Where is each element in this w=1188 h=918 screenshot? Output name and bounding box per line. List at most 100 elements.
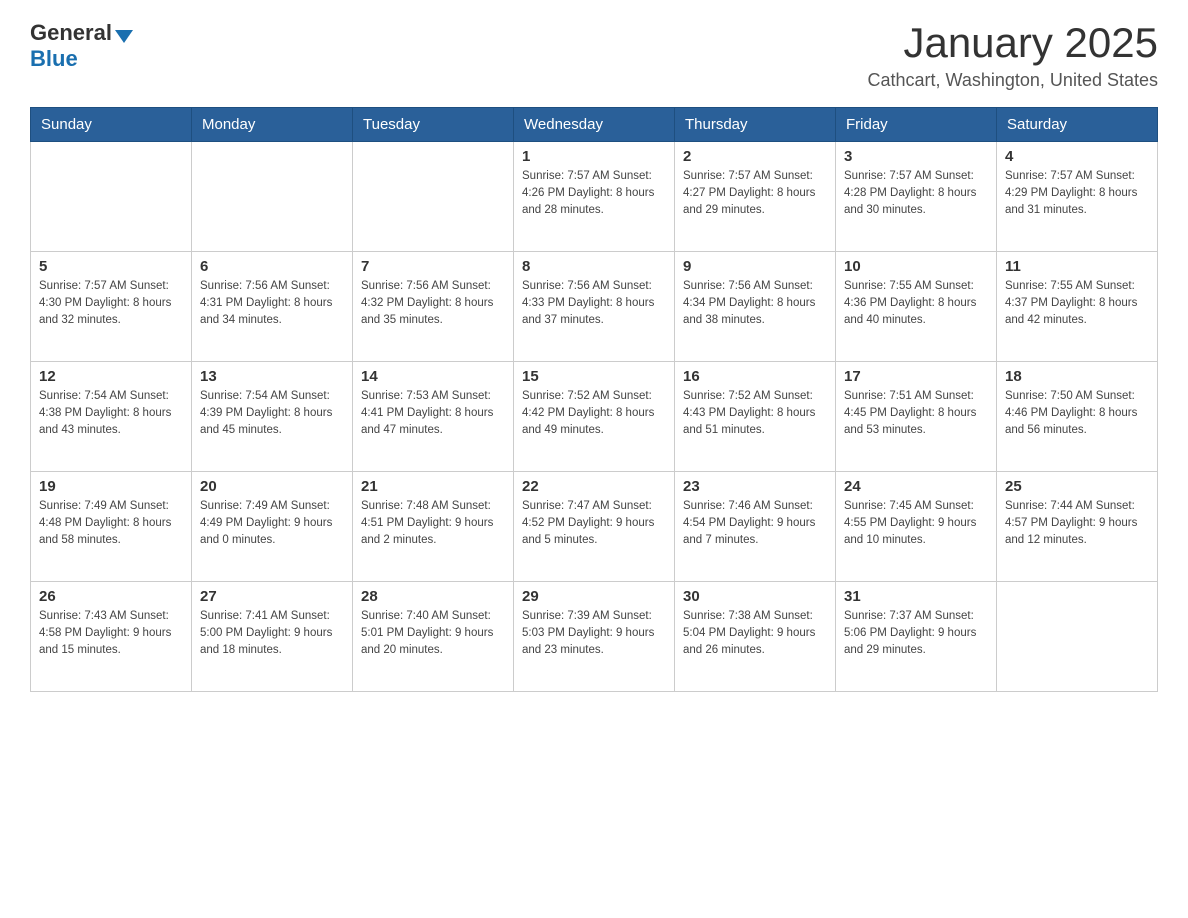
day-number: 25 <box>1005 478 1149 495</box>
logo-general-text: General <box>30 20 112 46</box>
day-info: Sunrise: 7:56 AM Sunset: 4:33 PM Dayligh… <box>522 278 666 328</box>
calendar-day-cell: 23 Sunrise: 7:46 AM Sunset: 4:54 PM Dayli… <box>675 472 836 582</box>
day-number: 18 <box>1005 368 1149 385</box>
day-info: Sunrise: 7:38 AM Sunset: 5:04 PM Dayligh… <box>683 608 827 658</box>
day-info: Sunrise: 7:54 AM Sunset: 4:39 PM Dayligh… <box>200 388 344 438</box>
calendar-day-cell: 16Sunrise: 7:52 AM Sunset: 4:43 PM Dayli… <box>675 362 836 472</box>
day-number: 27 <box>200 588 344 605</box>
day-number: 22 <box>522 478 666 495</box>
day-info: Sunrise: 7:37 AM Sunset: 5:06 PM Dayligh… <box>844 608 988 658</box>
day-info: Sunrise: 7:57 AM Sunset: 4:29 PM Dayligh… <box>1005 168 1149 218</box>
calendar-day-cell: 25 Sunrise: 7:44 AM Sunset: 4:57 PM Dayli… <box>997 472 1158 582</box>
day-info: Sunrise: 7:52 AM Sunset: 4:42 PM Dayligh… <box>522 388 666 438</box>
calendar-week-row: 12 Sunrise: 7:54 AM Sunset: 4:38 PM Dayli… <box>31 362 1158 472</box>
day-info: Sunrise: 7:55 AM Sunset: 4:36 PM Dayligh… <box>844 278 988 328</box>
calendar-day-cell: 22 Sunrise: 7:47 AM Sunset: 4:52 PM Dayli… <box>514 472 675 582</box>
day-number: 26 <box>39 588 183 605</box>
day-number: 4 <box>1005 148 1149 165</box>
day-of-week-header: Wednesday <box>514 108 675 142</box>
day-info: Sunrise: 7:49 AM Sunset: 4:48 PM Dayligh… <box>39 498 183 548</box>
calendar-day-cell: 17Sunrise: 7:51 AM Sunset: 4:45 PM Dayli… <box>836 362 997 472</box>
calendar-body: 1 Sunrise: 7:57 AM Sunset: 4:26 PM Daylig… <box>31 142 1158 692</box>
calendar-day-cell: 20 Sunrise: 7:49 AM Sunset: 4:49 PM Dayli… <box>192 472 353 582</box>
day-of-week-header: Monday <box>192 108 353 142</box>
calendar-day-cell: 1 Sunrise: 7:57 AM Sunset: 4:26 PM Daylig… <box>514 142 675 252</box>
calendar-day-cell: 30 Sunrise: 7:38 AM Sunset: 5:04 PM Dayli… <box>675 582 836 692</box>
calendar-header: SundayMondayTuesdayWednesdayThursdayFrid… <box>31 108 1158 142</box>
calendar-day-cell: 11 Sunrise: 7:55 AM Sunset: 4:37 PM Dayli… <box>997 252 1158 362</box>
calendar-week-row: 1 Sunrise: 7:57 AM Sunset: 4:26 PM Daylig… <box>31 142 1158 252</box>
day-number: 23 <box>683 478 827 495</box>
day-number: 10 <box>844 258 988 275</box>
logo-blue-text: Blue <box>30 46 78 71</box>
calendar-table: SundayMondayTuesdayWednesdayThursdayFrid… <box>30 107 1158 692</box>
calendar-day-cell: 24 Sunrise: 7:45 AM Sunset: 4:55 PM Dayli… <box>836 472 997 582</box>
title-section: January 2025 Cathcart, Washington, Unite… <box>868 20 1158 91</box>
page-header: General Blue January 2025 Cathcart, Wash… <box>30 20 1158 91</box>
day-info: Sunrise: 7:44 AM Sunset: 4:57 PM Dayligh… <box>1005 498 1149 548</box>
day-number: 5 <box>39 258 183 275</box>
day-info: Sunrise: 7:56 AM Sunset: 4:32 PM Dayligh… <box>361 278 505 328</box>
logo-triangle-icon <box>115 30 133 43</box>
logo: General Blue <box>30 20 133 72</box>
calendar-day-cell: 2 Sunrise: 7:57 AM Sunset: 4:27 PM Daylig… <box>675 142 836 252</box>
day-of-week-header: Thursday <box>675 108 836 142</box>
day-info: Sunrise: 7:54 AM Sunset: 4:38 PM Dayligh… <box>39 388 183 438</box>
day-info: Sunrise: 7:47 AM Sunset: 4:52 PM Dayligh… <box>522 498 666 548</box>
calendar-day-cell: 21Sunrise: 7:48 AM Sunset: 4:51 PM Dayli… <box>353 472 514 582</box>
day-number: 31 <box>844 588 988 605</box>
day-info: Sunrise: 7:49 AM Sunset: 4:49 PM Dayligh… <box>200 498 344 548</box>
day-number: 1 <box>522 148 666 165</box>
calendar-week-row: 5 Sunrise: 7:57 AM Sunset: 4:30 PM Daylig… <box>31 252 1158 362</box>
day-number: 6 <box>200 258 344 275</box>
day-number: 7 <box>361 258 505 275</box>
day-info: Sunrise: 7:57 AM Sunset: 4:28 PM Dayligh… <box>844 168 988 218</box>
day-info: Sunrise: 7:40 AM Sunset: 5:01 PM Dayligh… <box>361 608 505 658</box>
day-number: 9 <box>683 258 827 275</box>
day-info: Sunrise: 7:57 AM Sunset: 4:27 PM Dayligh… <box>683 168 827 218</box>
calendar-day-cell: 10 Sunrise: 7:55 AM Sunset: 4:36 PM Dayli… <box>836 252 997 362</box>
calendar-day-cell: 27 Sunrise: 7:41 AM Sunset: 5:00 PM Dayli… <box>192 582 353 692</box>
page-subtitle: Cathcart, Washington, United States <box>868 70 1158 91</box>
calendar-day-cell <box>353 142 514 252</box>
day-number: 17 <box>844 368 988 385</box>
day-number: 24 <box>844 478 988 495</box>
calendar-day-cell: 18 Sunrise: 7:50 AM Sunset: 4:46 PM Dayli… <box>997 362 1158 472</box>
calendar-day-cell <box>997 582 1158 692</box>
calendar-day-cell <box>192 142 353 252</box>
day-number: 12 <box>39 368 183 385</box>
day-info: Sunrise: 7:53 AM Sunset: 4:41 PM Dayligh… <box>361 388 505 438</box>
day-info: Sunrise: 7:57 AM Sunset: 4:30 PM Dayligh… <box>39 278 183 328</box>
day-info: Sunrise: 7:41 AM Sunset: 5:00 PM Dayligh… <box>200 608 344 658</box>
day-info: Sunrise: 7:57 AM Sunset: 4:26 PM Dayligh… <box>522 168 666 218</box>
day-info: Sunrise: 7:45 AM Sunset: 4:55 PM Dayligh… <box>844 498 988 548</box>
day-info: Sunrise: 7:46 AM Sunset: 4:54 PM Dayligh… <box>683 498 827 548</box>
day-number: 3 <box>844 148 988 165</box>
calendar-day-cell: 8Sunrise: 7:56 AM Sunset: 4:33 PM Daylig… <box>514 252 675 362</box>
day-info: Sunrise: 7:56 AM Sunset: 4:34 PM Dayligh… <box>683 278 827 328</box>
calendar-day-cell: 14 Sunrise: 7:53 AM Sunset: 4:41 PM Dayli… <box>353 362 514 472</box>
day-number: 29 <box>522 588 666 605</box>
day-number: 14 <box>361 368 505 385</box>
day-number: 15 <box>522 368 666 385</box>
day-info: Sunrise: 7:55 AM Sunset: 4:37 PM Dayligh… <box>1005 278 1149 328</box>
calendar-day-cell: 4 Sunrise: 7:57 AM Sunset: 4:29 PM Daylig… <box>997 142 1158 252</box>
day-number: 16 <box>683 368 827 385</box>
day-of-week-header: Sunday <box>31 108 192 142</box>
calendar-day-cell <box>31 142 192 252</box>
calendar-day-cell: 9 Sunrise: 7:56 AM Sunset: 4:34 PM Daylig… <box>675 252 836 362</box>
day-number: 11 <box>1005 258 1149 275</box>
calendar-day-cell: 7 Sunrise: 7:56 AM Sunset: 4:32 PM Daylig… <box>353 252 514 362</box>
day-number: 28 <box>361 588 505 605</box>
day-info: Sunrise: 7:50 AM Sunset: 4:46 PM Dayligh… <box>1005 388 1149 438</box>
page-title: January 2025 <box>868 20 1158 66</box>
day-info: Sunrise: 7:43 AM Sunset: 4:58 PM Dayligh… <box>39 608 183 658</box>
day-number: 30 <box>683 588 827 605</box>
day-info: Sunrise: 7:56 AM Sunset: 4:31 PM Dayligh… <box>200 278 344 328</box>
calendar-day-cell: 5 Sunrise: 7:57 AM Sunset: 4:30 PM Daylig… <box>31 252 192 362</box>
day-of-week-header: Saturday <box>997 108 1158 142</box>
day-number: 20 <box>200 478 344 495</box>
day-of-week-header: Friday <box>836 108 997 142</box>
calendar-day-cell: 31 Sunrise: 7:37 AM Sunset: 5:06 PM Dayli… <box>836 582 997 692</box>
day-number: 2 <box>683 148 827 165</box>
